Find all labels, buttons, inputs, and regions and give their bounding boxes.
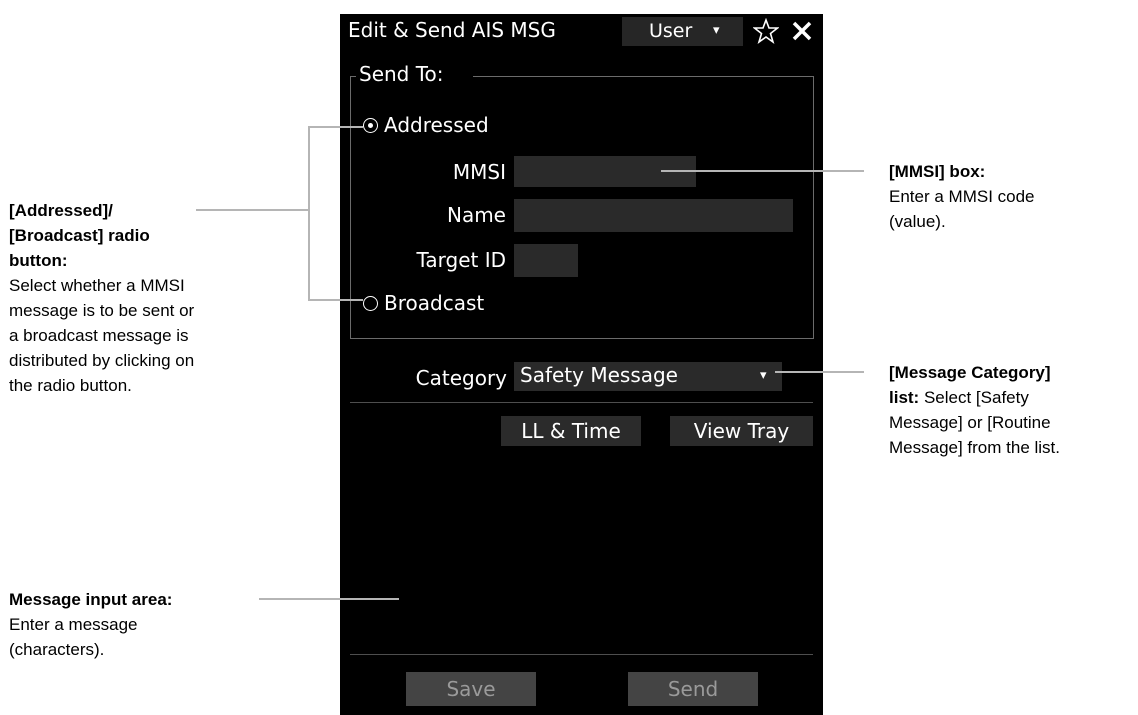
target-id-input[interactable]	[514, 244, 578, 277]
divider	[350, 654, 813, 655]
send-button[interactable]: Send	[628, 672, 758, 706]
radio-callout-title: [Addressed]/	[9, 201, 113, 220]
title-bar: Edit & Send AIS MSG User ▾	[340, 14, 823, 50]
callout-line	[308, 126, 310, 301]
send-to-title: Send To:	[359, 62, 444, 86]
message-category-select[interactable]: Safety Message ▾	[514, 362, 782, 391]
radio-callout-text: distributed by clicking on	[9, 351, 195, 370]
star-icon-graphic	[753, 18, 779, 44]
category-callout-title: [Message Category]	[889, 363, 1051, 382]
user-dropdown[interactable]: User ▾	[622, 17, 743, 46]
message-callout-title: Message input area:	[9, 590, 173, 609]
mmsi-label: MMSI	[452, 160, 506, 184]
group-border	[350, 76, 356, 77]
name-input[interactable]	[514, 199, 793, 232]
dialog-title: Edit & Send AIS MSG	[348, 18, 556, 42]
addressed-label[interactable]: Addressed	[384, 113, 489, 137]
category-callout-text: Select [Safety	[919, 388, 1029, 407]
category-value: Safety Message	[520, 363, 678, 387]
edit-send-ais-msg-dialog: Edit & Send AIS MSG User ▾ Send To: Addr…	[340, 14, 823, 715]
mmsi-callout-text: (value).	[889, 212, 946, 231]
callout-line	[308, 299, 363, 301]
close-icon[interactable]	[787, 16, 817, 46]
save-button[interactable]: Save	[406, 672, 536, 706]
radio-callout-text: a broadcast message is	[9, 326, 189, 345]
callout-line	[259, 598, 399, 600]
radio-callout-text: message is to be sent or	[9, 301, 195, 320]
close-icon-graphic	[792, 21, 812, 41]
radio-callout-title: button:	[9, 251, 68, 270]
broadcast-label[interactable]: Broadcast	[384, 291, 484, 315]
divider	[350, 402, 813, 403]
name-label: Name	[446, 203, 506, 227]
mmsi-callout-title: [MMSI] box:	[889, 162, 986, 181]
category-callout: [Message Category] list: Select [Safety …	[889, 360, 1060, 460]
radio-callout: [Addressed]/ [Broadcast] radio button: S…	[9, 198, 194, 398]
callout-line	[775, 371, 864, 373]
target-id-label: Target ID	[416, 248, 506, 272]
view-tray-button[interactable]: View Tray	[670, 416, 813, 446]
user-dropdown-label: User	[649, 20, 693, 42]
group-border	[473, 76, 813, 77]
callout-line	[308, 126, 363, 128]
mmsi-callout-text: Enter a MMSI code	[889, 187, 1035, 206]
callout-line	[661, 170, 864, 172]
ll-time-button[interactable]: LL & Time	[501, 416, 641, 446]
category-callout-title: list:	[889, 388, 920, 407]
star-icon[interactable]	[751, 16, 781, 46]
category-callout-text: Message] or [Routine	[889, 413, 1051, 432]
mmsi-callout: [MMSI] box: Enter a MMSI code (value).	[889, 159, 1035, 234]
message-input-area[interactable]	[350, 456, 813, 652]
message-callout: Message input area: Enter a message (cha…	[9, 587, 172, 662]
chevron-down-icon: ▾	[713, 23, 720, 38]
callout-line	[196, 209, 309, 211]
radio-callout-text: the radio button.	[9, 376, 132, 395]
broadcast-radio[interactable]	[363, 296, 378, 311]
message-callout-text: Enter a message	[9, 615, 138, 634]
radio-callout-title: [Broadcast] radio	[9, 226, 150, 245]
message-callout-text: (characters).	[9, 640, 105, 659]
addressed-radio[interactable]	[363, 118, 378, 133]
chevron-down-icon: ▾	[760, 368, 767, 383]
category-callout-text: Message] from the list.	[889, 438, 1061, 457]
category-label: Category	[415, 366, 507, 390]
radio-callout-text: Select whether a MMSI	[9, 276, 185, 295]
